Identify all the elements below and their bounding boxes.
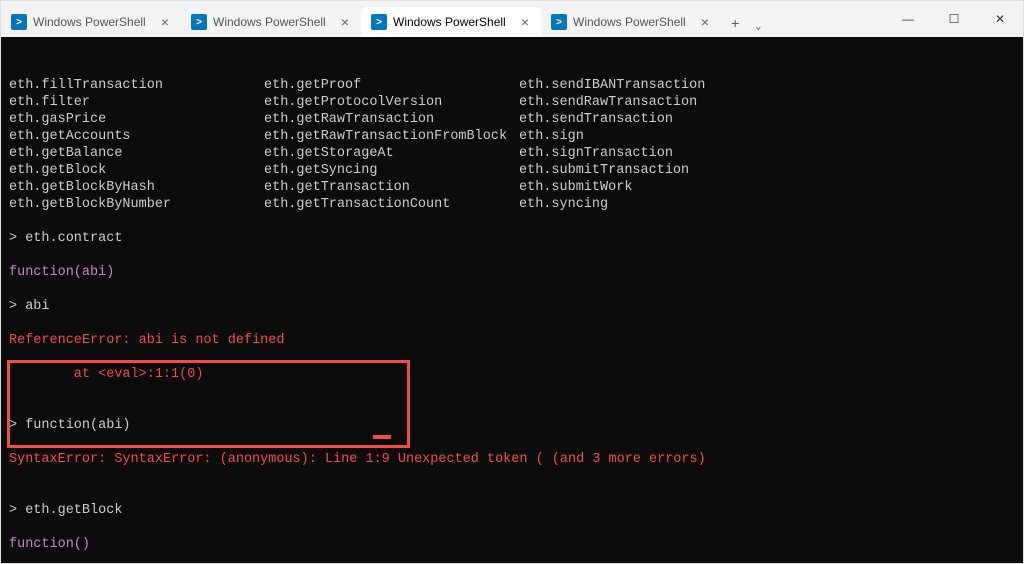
error-line: at <eval>:1:1(0) xyxy=(9,367,203,382)
close-icon[interactable]: × xyxy=(697,14,713,30)
prompt-line: > function(abi) xyxy=(9,418,131,433)
tab-strip: > Windows PowerShell × > Windows PowerSh… xyxy=(1,1,885,37)
tab-label: Windows PowerShell xyxy=(393,15,506,29)
terminal-window: > Windows PowerShell × > Windows PowerSh… xyxy=(0,0,1024,564)
annotation-cursor xyxy=(373,435,391,439)
window-controls: — ☐ ✕ xyxy=(885,1,1023,37)
tab-label: Windows PowerShell xyxy=(213,15,326,29)
method-columns: eth.fillTransaction eth.filter eth.gasPr… xyxy=(9,77,1015,213)
method-col-3: eth.sendIBANTransaction eth.sendRawTrans… xyxy=(519,77,1015,213)
tab-label: Windows PowerShell xyxy=(33,15,146,29)
powershell-icon: > xyxy=(11,14,27,30)
prompt-line: > eth.getBlock xyxy=(9,503,122,518)
close-icon[interactable]: × xyxy=(337,14,353,30)
method-col-1: eth.fillTransaction eth.filter eth.gasPr… xyxy=(9,77,264,213)
powershell-icon: > xyxy=(551,14,567,30)
tab-label: Windows PowerShell xyxy=(573,15,686,29)
output-line: function(abi) xyxy=(9,265,114,280)
tab-dropdown-icon[interactable]: ⌄ xyxy=(749,17,767,37)
titlebar: > Windows PowerShell × > Windows PowerSh… xyxy=(1,1,1023,37)
tab-4[interactable]: > Windows PowerShell × xyxy=(541,7,721,37)
new-tab-button[interactable]: + xyxy=(721,13,749,37)
prompt-line: > abi xyxy=(9,299,50,314)
close-icon[interactable]: × xyxy=(157,14,173,30)
method-col-2: eth.getProof eth.getProtocolVersion eth.… xyxy=(264,77,519,213)
powershell-icon: > xyxy=(191,14,207,30)
output-line: function() xyxy=(9,537,90,552)
minimize-button[interactable]: — xyxy=(885,1,931,37)
error-line: SyntaxError: SyntaxError: (anonymous): L… xyxy=(9,452,706,467)
tab-3[interactable]: > Windows PowerShell × xyxy=(361,7,541,37)
tab-1[interactable]: > Windows PowerShell × xyxy=(1,7,181,37)
tab-2[interactable]: > Windows PowerShell × xyxy=(181,7,361,37)
terminal-body[interactable]: eth.fillTransaction eth.filter eth.gasPr… xyxy=(1,37,1023,563)
powershell-icon: > xyxy=(371,14,387,30)
close-button[interactable]: ✕ xyxy=(977,1,1023,37)
maximize-button[interactable]: ☐ xyxy=(931,1,977,37)
error-line: ReferenceError: abi is not defined xyxy=(9,333,284,348)
close-icon[interactable]: × xyxy=(517,14,533,30)
prompt-line: > eth.contract xyxy=(9,231,122,246)
